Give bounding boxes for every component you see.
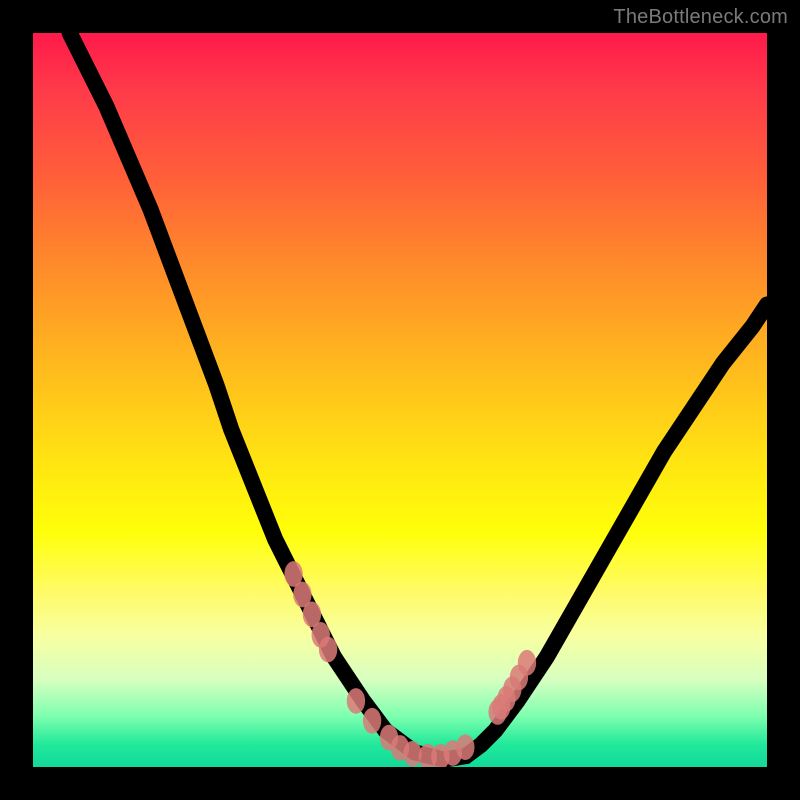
curve-marker — [363, 708, 381, 734]
curve-marker — [518, 650, 536, 676]
curve-marker — [319, 637, 337, 663]
bottleneck-curve — [70, 33, 767, 760]
curve-marker — [347, 688, 365, 714]
chart-frame: TheBottleneck.com — [0, 0, 800, 800]
curve-marker — [456, 734, 474, 760]
watermark-text: TheBottleneck.com — [613, 6, 788, 29]
curve-marker — [403, 741, 421, 767]
curve-layer — [33, 33, 767, 767]
plot-area — [33, 33, 767, 767]
